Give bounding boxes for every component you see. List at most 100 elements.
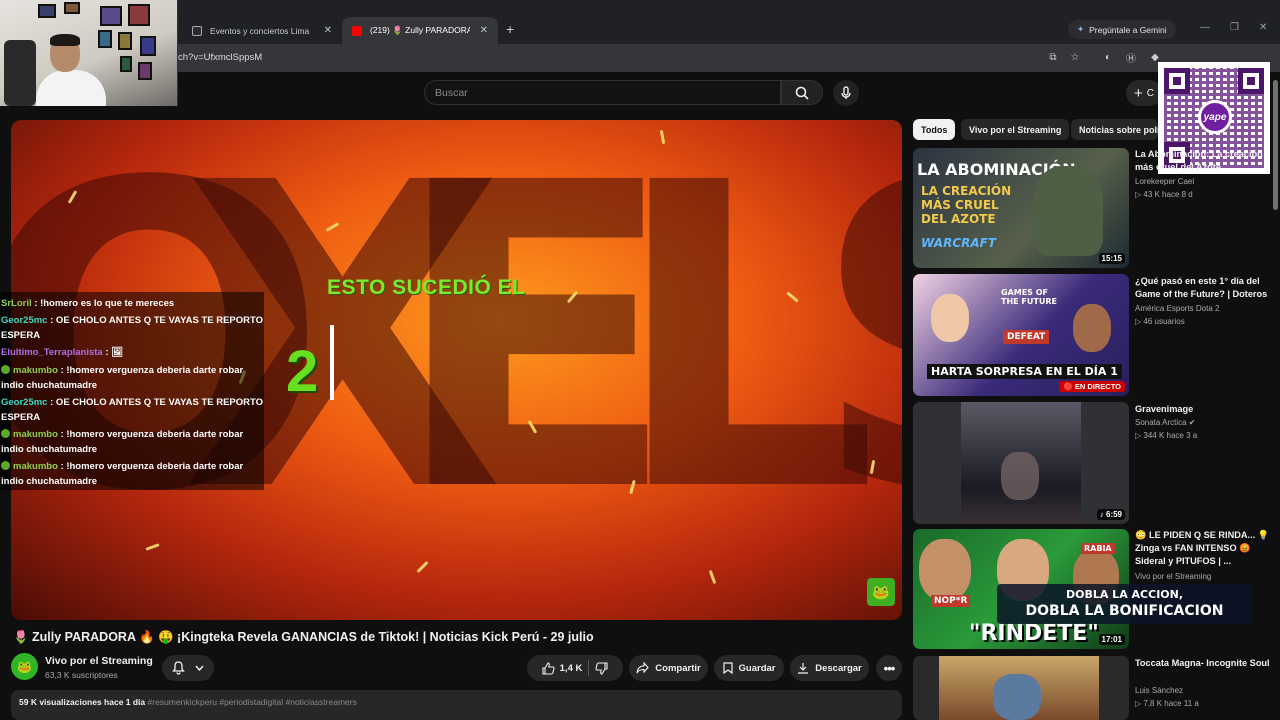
- create-button[interactable]: + C: [1126, 80, 1162, 106]
- dislike-button[interactable]: [595, 661, 608, 675]
- chat-text: : !homero es lo que te mereces: [31, 298, 175, 309]
- chat-message: makumbo : !homero verguenza deberia dart…: [1, 427, 265, 457]
- close-tab-icon[interactable]: ✕: [480, 25, 488, 36]
- thumb-text: HARTA SORPRESA EN EL DÍA 1: [927, 364, 1122, 379]
- chat-message: makumbo : !homero verguenza deberia dart…: [1, 459, 265, 489]
- youtube-icon: [352, 25, 362, 36]
- save-button[interactable]: Guardar: [714, 655, 784, 681]
- related-title[interactable]: 😳 LE PIDEN Q SE RINDA... 💡 Zinga vs FAN …: [1135, 529, 1270, 569]
- like-count: 1,4 K: [559, 662, 583, 674]
- chat-message: Elultimo_Terraplanista : 🖼: [1, 345, 265, 360]
- tab-label: Eventos y conciertos Lima: [210, 25, 310, 36]
- search-icon: [795, 86, 809, 100]
- browser-tab-eventos[interactable]: Eventos y conciertos Lima ✕: [182, 17, 342, 44]
- related-channel[interactable]: Vivo por el Streaming: [1135, 572, 1211, 581]
- description-box[interactable]: 59 K visualizaciones hace 1 día #resumen…: [11, 690, 902, 720]
- chat-message: Geor25mc : OE CHOLO ANTES Q TE VAYAS TE …: [1, 395, 265, 425]
- close-window-icon[interactable]: ✕: [1259, 22, 1267, 33]
- more-horizontal-icon: •••: [883, 660, 896, 676]
- bell-icon: [172, 661, 185, 675]
- chat-message: Geor25mc : OE CHOLO ANTES Q TE VAYAS TE …: [1, 313, 265, 343]
- thumb-text: NOP*R: [931, 595, 971, 607]
- channel-avatar[interactable]: 🐸: [11, 653, 38, 680]
- text-cursor-graphic: [330, 325, 334, 400]
- related-title[interactable]: La Abominación: La creación más cruel de…: [1135, 148, 1270, 174]
- related-meta: ▷ 43 K hace 8 d: [1135, 190, 1193, 199]
- related-channel[interactable]: Luis Sánchez: [1135, 686, 1183, 695]
- video-title: 🌷 Zully PARADORA 🔥 🤑 ¡Kingteka Revela GA…: [13, 630, 594, 644]
- download-button[interactable]: Descargar: [790, 655, 869, 681]
- bookmark-star-icon[interactable]: ☆: [1068, 50, 1082, 64]
- more-actions-button[interactable]: •••: [876, 655, 902, 681]
- chat-username: Geor25mc: [1, 315, 48, 326]
- chip-todos[interactable]: Todos: [913, 119, 956, 140]
- microphone-icon: [841, 86, 851, 99]
- share-button[interactable]: Compartir: [629, 655, 708, 681]
- promo-line1: DOBLA LA ACCION,: [1065, 588, 1184, 601]
- related-meta: ▷ 7,8 K hace 11 a: [1135, 699, 1199, 708]
- url-field[interactable]: ch?v=UfxmclSppsM: [178, 52, 262, 63]
- live-badge: 🔴 EN DIRECTO: [1059, 381, 1125, 392]
- view-stats: 59 K visualizaciones hace 1 día: [19, 697, 146, 707]
- yape-logo: yape: [1198, 100, 1232, 134]
- thumb-text: "RINDETE": [969, 621, 1099, 646]
- minimize-icon[interactable]: —: [1200, 22, 1210, 33]
- related-title[interactable]: ¿Qué pasó en este 1° día del Game of the…: [1135, 275, 1270, 301]
- maximize-icon[interactable]: ❐: [1230, 22, 1239, 33]
- extension-icon[interactable]: Ⓗ: [1124, 50, 1138, 65]
- search-input[interactable]: Buscar: [424, 80, 781, 105]
- chat-badge-icon: [1, 365, 10, 374]
- notification-bell-button[interactable]: [162, 655, 214, 681]
- related-title[interactable]: Toccata Magna- Incognite Soul: [1135, 657, 1270, 670]
- extension-icon[interactable]: ◐: [1101, 50, 1115, 64]
- close-tab-icon[interactable]: ✕: [324, 25, 332, 36]
- related-thumbnail[interactable]: ♪ 6:59: [913, 402, 1129, 524]
- search-button[interactable]: [781, 80, 823, 105]
- page-scrollbar[interactable]: [1273, 80, 1278, 210]
- chat-username: makumbo: [13, 429, 58, 440]
- gemini-button[interactable]: ✦ Pregúntale a Gemini: [1068, 20, 1176, 39]
- chip-noticias-politica[interactable]: Noticias sobre polí: [1071, 119, 1158, 140]
- chat-username: SrLoril: [1, 298, 32, 309]
- thumb-text: DEFEAT: [1003, 330, 1050, 344]
- chat-username: makumbo: [13, 365, 58, 376]
- install-app-icon[interactable]: ⧉: [1046, 50, 1060, 64]
- divider: [588, 660, 590, 676]
- thumb-text: RABIA: [1081, 543, 1115, 554]
- channel-name[interactable]: Vivo por el Streaming: [45, 655, 153, 667]
- related-thumbnail[interactable]: LA ABOMINACIÓN LA CREACIÓN MÁS CRUEL DEL…: [913, 148, 1129, 268]
- gemini-label: Pregúntale a Gemini: [1089, 24, 1167, 35]
- download-icon: [798, 663, 809, 674]
- channel-watermark-icon[interactable]: 🐸: [867, 578, 895, 606]
- like-dislike-group: 1,4 K: [527, 655, 623, 681]
- download-label: Descargar: [815, 662, 862, 674]
- chip-vivo-streaming[interactable]: Vivo por el Streaming: [961, 119, 1070, 140]
- thumbs-down-icon: [595, 661, 608, 675]
- related-channel[interactable]: Lorekeeper Cael: [1135, 177, 1194, 186]
- promo-overlay: DOBLA LA ACCION, DOBLA LA BONIFICACION: [997, 584, 1252, 624]
- related-title[interactable]: Gravenimage: [1135, 403, 1270, 416]
- chat-username: Elultimo_Terraplanista: [1, 347, 103, 358]
- voice-search-button[interactable]: [833, 80, 859, 106]
- new-tab-button[interactable]: +: [506, 21, 514, 37]
- chevron-down-icon: [195, 665, 204, 671]
- related-thumbnail[interactable]: GAMES OF THE FUTURE DEFEAT HARTA SORPRES…: [913, 274, 1129, 396]
- chat-username: Geor25mc: [1, 397, 48, 408]
- like-button[interactable]: 1,4 K: [542, 661, 583, 675]
- hashtags[interactable]: #resumenkickperu #periodistadigital #not…: [148, 697, 357, 707]
- subscriber-count: 63,3 K suscriptores: [45, 670, 118, 680]
- related-channel[interactable]: América Esports Dota 2: [1135, 304, 1219, 313]
- share-icon: [636, 662, 650, 674]
- related-thumbnail[interactable]: [913, 656, 1129, 720]
- related-meta: ▷ 344 K hace 3 a: [1135, 431, 1198, 440]
- related-channel[interactable]: Sonata Arctica ✔: [1135, 418, 1196, 427]
- thumb-text: MÁS CRUEL: [921, 198, 999, 212]
- related-meta: ▷ 46 usuarios: [1135, 317, 1185, 326]
- chat-username: makumbo: [13, 461, 58, 472]
- instagram-icon: [192, 25, 202, 36]
- video-overlay-title: ESTO SUCEDIÓ EL: [327, 276, 526, 299]
- browser-tab-youtube[interactable]: (219) 🌷 Zully PARADORA 🔥 🤑 ✕: [342, 17, 498, 44]
- create-label: C: [1146, 87, 1154, 99]
- tab-label: (219) 🌷 Zully PARADORA 🔥 🤑: [370, 25, 470, 35]
- plus-icon: +: [1134, 84, 1143, 102]
